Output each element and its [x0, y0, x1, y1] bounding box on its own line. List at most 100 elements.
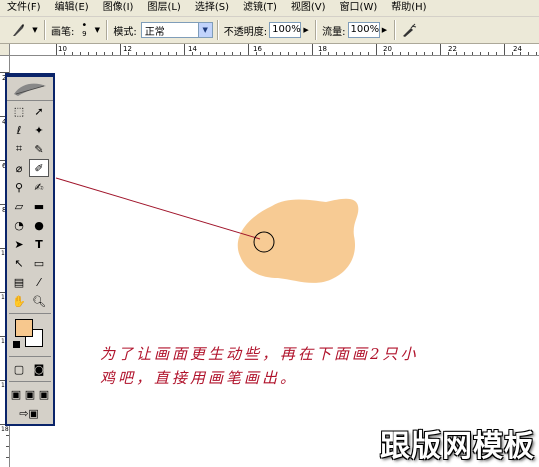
tool-preset-dropdown-icon[interactable]: ▼ — [30, 22, 40, 38]
ruler-tick — [6, 435, 9, 436]
options-bar: ▼ 画笔: • 9 ▼ 模式: 正常 ▼ 不透明度: 100% ▶ 流量: 10… — [0, 17, 539, 44]
ruler-tick — [384, 52, 385, 55]
flow-slider-button[interactable]: ▶ — [380, 22, 390, 38]
quick-mask-mode-icon[interactable]: ◙ — [29, 360, 49, 378]
ruler-tick — [168, 52, 169, 55]
eyedropper-tool-icon[interactable]: ⁄ — [29, 273, 49, 291]
ruler-tick — [176, 52, 177, 55]
brush-size-value: 9 — [82, 30, 87, 38]
ruler-corner — [0, 44, 10, 56]
menu-image[interactable]: 图像(I) — [96, 0, 141, 16]
crop-tool-icon[interactable]: ⌗ — [9, 140, 29, 158]
ruler-tick — [232, 52, 233, 55]
opacity-label: 不透明度: — [223, 26, 268, 38]
foreground-color-swatch[interactable] — [15, 319, 33, 337]
brush-picker[interactable]: • 9 — [76, 21, 92, 39]
ruler-tick — [144, 52, 145, 55]
annotation-line-2: 鸡吧，直接用画笔画出。 — [100, 369, 299, 387]
shape-tool-icon[interactable]: ▭ — [29, 254, 49, 272]
pointer-line — [55, 177, 261, 240]
clone-stamp-tool-icon[interactable]: ⚲ — [9, 178, 29, 196]
notes-tool-icon[interactable]: ▤ — [9, 273, 29, 291]
ruler-tick — [440, 44, 441, 55]
magic-wand-tool-icon[interactable]: ✦ — [29, 121, 49, 139]
zoom-tool-icon[interactable]: 🔍︎ — [29, 292, 49, 310]
feather-logo-icon[interactable] — [7, 77, 53, 101]
ruler-tick — [88, 52, 89, 55]
screen-mode-menubar-icon[interactable]: ▣ — [23, 385, 37, 403]
screen-mode-full-icon[interactable]: ▣ — [37, 385, 51, 403]
menu-view[interactable]: 视图(V) — [284, 0, 333, 16]
ruler-tick — [264, 52, 265, 55]
ruler-tick — [240, 52, 241, 55]
brush-dot-icon: • — [81, 20, 88, 31]
lasso-tool-icon[interactable]: ℓ — [9, 121, 29, 139]
brush-tool-icon[interactable] — [6, 22, 30, 38]
menu-edit[interactable]: 编辑(E) — [48, 0, 96, 16]
type-tool-icon[interactable]: T — [29, 235, 49, 253]
opacity-slider-button[interactable]: ▶ — [301, 22, 311, 38]
ruler-tick — [72, 52, 73, 55]
healing-brush-tool-icon[interactable]: ⌀ — [9, 159, 29, 177]
ruler-tick — [280, 52, 281, 55]
ruler-tick — [104, 52, 105, 55]
mode-select[interactable]: 正常 ▼ — [140, 22, 213, 38]
ruler-tick — [424, 52, 425, 55]
ruler-tick — [56, 44, 57, 55]
standard-mode-icon[interactable]: ▢ — [9, 360, 29, 378]
menu-window[interactable]: 窗口(W) — [333, 0, 385, 16]
history-brush-tool-icon[interactable]: ✍ — [29, 178, 49, 196]
ruler-tick — [320, 52, 321, 55]
separator — [315, 20, 317, 40]
document-canvas[interactable] — [10, 56, 539, 467]
airbrush-icon[interactable] — [399, 22, 419, 38]
slice-tool-icon[interactable]: ✎ — [29, 140, 49, 158]
ruler-tick — [464, 52, 465, 55]
ruler-tick — [344, 52, 345, 55]
ruler-tick — [216, 52, 217, 55]
ruler-tick — [288, 52, 289, 55]
move-tool-icon[interactable]: ➚ — [29, 102, 49, 120]
flow-field[interactable]: 100% — [347, 22, 380, 38]
ruler-tick — [6, 446, 9, 447]
watermark: 跟版网模板 — [380, 429, 535, 464]
brush-label: 画笔: — [51, 26, 75, 38]
pen-tool-icon[interactable]: ↖ — [9, 254, 29, 272]
ruler-tick — [400, 52, 401, 55]
separator — [44, 20, 45, 40]
ruler-tick — [352, 52, 353, 55]
dodge-tool-icon[interactable]: ● — [29, 216, 49, 234]
opacity-field[interactable]: 100% — [269, 22, 302, 38]
ruler-tick — [120, 44, 121, 55]
screen-mode-standard-icon[interactable]: ▣ — [9, 385, 23, 403]
ruler-tick — [224, 52, 225, 55]
menu-help[interactable]: 帮助(H) — [384, 0, 433, 16]
ruler-tick — [432, 52, 433, 55]
separator — [216, 20, 218, 40]
gradient-tool-icon[interactable]: ▬ — [29, 197, 49, 215]
path-selection-tool-icon[interactable]: ➤ — [9, 235, 29, 253]
menu-file[interactable]: 文件(F) — [0, 0, 48, 16]
annotation-text: 为了让画面更生动些，再在下面画2只小 鸡吧，直接用画笔画出。 — [100, 342, 520, 390]
marquee-tool-icon[interactable]: ⬚ — [9, 102, 29, 120]
separator — [9, 356, 51, 357]
jump-to-imageready-icon[interactable]: ⇨▣ — [9, 404, 49, 422]
chevron-down-icon: ▼ — [197, 23, 212, 37]
ruler-tick — [200, 52, 201, 55]
ruler-tick — [208, 52, 209, 55]
separator — [106, 20, 108, 40]
blur-tool-icon[interactable]: ◔ — [9, 216, 29, 234]
brush-dropdown-icon[interactable]: ▼ — [92, 22, 102, 38]
ruler-tick — [312, 44, 313, 55]
menu-select[interactable]: 选择(S) — [188, 0, 236, 16]
ruler-tick — [416, 52, 417, 55]
menu-layer[interactable]: 图层(L) — [140, 0, 187, 16]
ruler-tick — [80, 52, 81, 55]
default-colors-icon[interactable] — [13, 341, 20, 348]
menu-filter[interactable]: 滤镜(T) — [236, 0, 284, 16]
eraser-tool-icon[interactable]: ▱ — [9, 197, 29, 215]
skin-color-blob — [237, 198, 359, 283]
ruler-tick — [296, 52, 297, 55]
hand-tool-icon[interactable]: ✋ — [9, 292, 29, 310]
brush-tool-icon[interactable]: ✐ — [29, 159, 49, 177]
